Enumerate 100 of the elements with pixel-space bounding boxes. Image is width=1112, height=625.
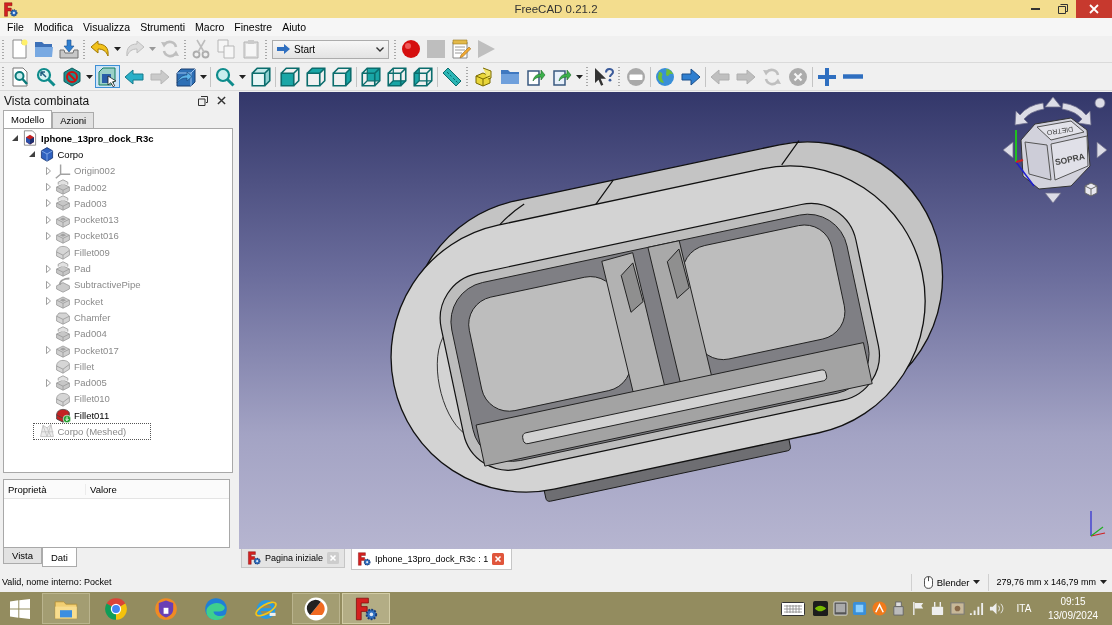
tree-item[interactable]: Corpo (Meshed) [33,424,151,439]
tree-item[interactable]: Pad004 [55,326,107,342]
tree-item[interactable]: Fillet010 [55,391,110,407]
help-cursor-icon[interactable] [593,66,614,87]
panel-tab[interactable]: Azioni [52,112,95,128]
close-icon[interactable] [217,96,226,105]
volume-icon[interactable] [988,601,1004,616]
caret-icon[interactable] [86,74,93,79]
blocks-icon[interactable] [473,66,494,87]
right-arrow-icon [277,44,290,54]
dimension-button[interactable]: 279,76 mm x 146,79 mm [991,577,1112,587]
caret-icon[interactable] [1100,580,1107,584]
shield-browser-icon[interactable] [154,596,178,621]
panel-tab[interactable]: Modello [3,110,53,128]
hexagon-no-sign-icon[interactable] [61,66,82,87]
ruler-icon[interactable] [441,66,462,87]
front-view-icon[interactable] [279,66,300,87]
browser-icon[interactable] [104,596,128,621]
close-button[interactable] [1076,0,1112,18]
picture-icon[interactable] [949,601,965,616]
zoom-in-icon[interactable] [816,66,837,87]
keyboard-icon[interactable] [781,601,805,616]
curved-arrow-icon[interactable] [1014,102,1045,126]
app-logo-icon [247,551,261,565]
tree-item[interactable]: Fillet011 [55,407,110,423]
notepad-icon[interactable] [451,39,471,59]
menu-item[interactable]: Macro [190,20,230,34]
expander-icon[interactable] [28,151,35,158]
tree-item[interactable]: Origin002 [55,163,116,179]
tree-item[interactable]: Pocket013 [55,212,119,228]
power-plug-icon[interactable] [930,601,946,616]
taskbar-button[interactable] [292,593,340,624]
menu-item[interactable]: Visualizza [78,20,136,34]
tree-item[interactable]: Pad [55,261,91,276]
save-icon[interactable] [59,39,79,59]
up-arrow-icon[interactable] [1044,96,1062,108]
menu-item[interactable]: Finestre [229,20,278,34]
panel-tab[interactable]: Vista [3,548,42,564]
right-view-icon[interactable] [331,66,352,87]
back-arrow-icon[interactable] [123,66,144,87]
tree-item[interactable]: Pad005 [55,375,107,391]
browser-icon[interactable] [204,596,228,621]
tree-item[interactable]: Pad002 [55,179,107,195]
right-arrow-icon[interactable] [1096,141,1108,159]
left-arrow-icon[interactable] [1002,141,1014,159]
menu-item[interactable]: Aiuto [277,20,312,34]
maximize-icon[interactable] [1057,4,1068,14]
app-logo-icon[interactable] [354,596,378,621]
cube-icon[interactable] [1084,182,1098,197]
isometric-view-icon[interactable] [250,66,271,87]
flag-icon[interactable] [910,601,926,616]
circle-icon[interactable] [1094,97,1106,109]
signal-icon[interactable] [969,601,985,616]
caret-icon[interactable] [114,47,121,51]
left-view-icon[interactable] [412,66,433,87]
tree-item[interactable]: Fillet [55,358,95,374]
document-tab[interactable]: Iphone_13pro_dock_R3c : 1 [351,549,513,570]
tree-item[interactable]: Pocket016 [55,228,119,244]
tree-item[interactable]: Corpo [38,146,84,162]
tree-item[interactable]: Pocket [55,293,104,309]
start-icon[interactable] [10,598,30,619]
tree-item[interactable]: Chamfer [55,309,111,325]
usb-drive-icon[interactable] [891,601,907,616]
macro-dropdown[interactable]: Start [272,39,389,59]
curved-arrow-icon[interactable] [1061,102,1092,126]
right-arrow-icon[interactable] [680,66,701,87]
tree-item[interactable]: Fillet009 [55,244,110,260]
tree-item[interactable]: Pad003 [55,195,107,211]
caret-icon[interactable] [576,74,583,79]
zoom-icon[interactable] [214,66,235,87]
cube-icon[interactable] [175,66,196,87]
caret-icon[interactable] [973,580,981,584]
tree-item[interactable]: Iphone_13pro_dock_R3c [22,130,154,146]
tree-item[interactable]: SubtractivePipe [55,277,141,293]
top-view-icon[interactable] [305,66,326,87]
caret-icon[interactable] [239,74,246,79]
menu-item[interactable]: Modifica [28,20,79,34]
page-magnifier-icon[interactable] [9,66,30,87]
minus-circle-icon[interactable] [625,66,646,87]
rear-view-icon[interactable] [360,66,381,87]
tree-item[interactable]: Pocket017 [55,342,119,358]
down-arrow-icon[interactable] [1044,192,1062,204]
menu-item[interactable]: Strumenti [135,20,191,34]
bottom-view-icon[interactable] [386,66,407,87]
view-cube[interactable] [1020,117,1091,190]
document-tab[interactable]: Pagina iniziale [241,549,346,568]
panel-tab[interactable]: Dati [41,548,77,567]
tablet-icon[interactable] [832,601,848,616]
app-icon[interactable] [304,596,328,621]
record-icon[interactable] [401,39,421,59]
menu-item[interactable]: File [2,20,29,34]
zoom-out-icon[interactable] [842,74,863,79]
open-folder-icon[interactable] [34,39,54,59]
globe-icon[interactable] [654,66,675,87]
caret-icon[interactable] [200,74,207,79]
expander-icon[interactable] [12,135,18,142]
undock-icon[interactable] [198,95,208,106]
eye-logo-icon[interactable] [813,601,829,616]
magnifier-arrow-icon[interactable] [35,66,56,87]
navigation-style-button[interactable]: Blender [913,575,987,589]
